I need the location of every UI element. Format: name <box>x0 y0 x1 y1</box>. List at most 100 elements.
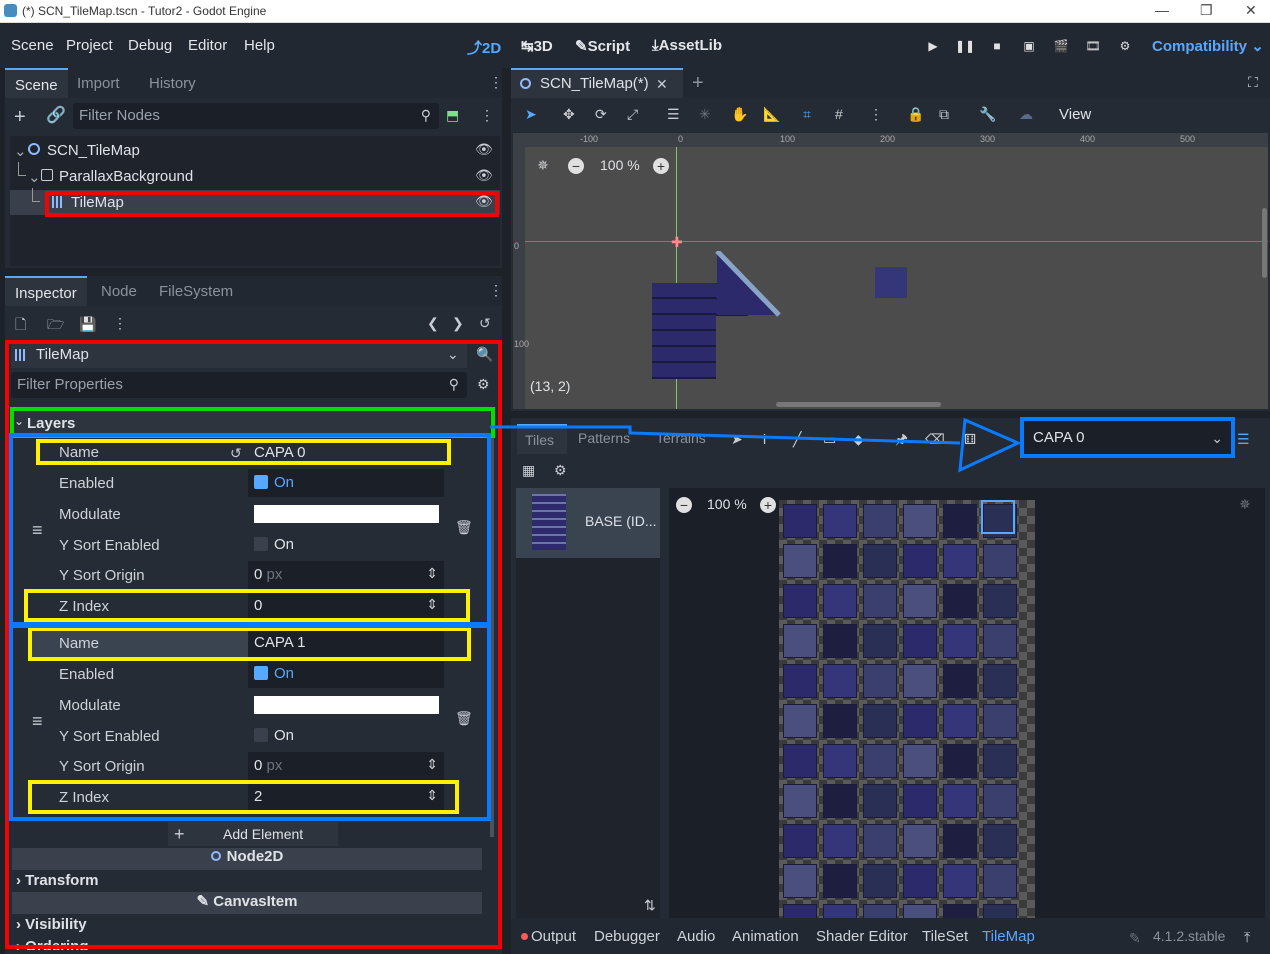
save-icon[interactable]: 💾 <box>79 317 96 331</box>
new-resource-icon[interactable]: 🗋 <box>15 317 26 331</box>
atlas-tile[interactable] <box>943 784 977 818</box>
tab-shader-editor[interactable]: Shader Editor <box>816 928 908 945</box>
atlas-tile[interactable] <box>903 784 937 818</box>
atlas-tile[interactable] <box>783 504 817 538</box>
tree-row-scn-tilemap[interactable]: ⌄ SCN_TileMap 👁 <box>10 138 500 163</box>
atlas-tile[interactable] <box>823 864 857 898</box>
atlas-zoom-level[interactable]: 100 % <box>707 496 747 512</box>
center-view-icon[interactable]: ✵ <box>1239 497 1251 511</box>
atlas-tile[interactable] <box>943 664 977 698</box>
center-view-icon[interactable]: ✵ <box>537 158 549 172</box>
scene-menu-icon[interactable]: ⋮ <box>480 108 494 122</box>
back-icon[interactable]: ❮ <box>427 316 439 330</box>
scene-tab-scn-tilemap[interactable]: SCN_TileMap(*) ✕ <box>511 68 683 98</box>
atlas-tile[interactable] <box>783 704 817 738</box>
zoom-level[interactable]: 100 % <box>600 157 640 173</box>
atlas-tile[interactable] <box>903 624 937 658</box>
atlas-tile[interactable] <box>823 784 857 818</box>
atlas-tile[interactable] <box>863 624 897 658</box>
ruler-tool-icon[interactable]: 📐 <box>763 107 780 121</box>
open-folder-icon[interactable]: 🗁 <box>47 317 64 331</box>
extra-menu-icon[interactable]: ⋮ <box>113 316 127 330</box>
atlas-tile[interactable] <box>943 824 977 858</box>
atlas-tile[interactable] <box>823 664 857 698</box>
atlas-tile[interactable] <box>943 864 977 898</box>
atlas-tile[interactable] <box>943 744 977 778</box>
workspace-script-button[interactable]: ✎Script <box>575 37 630 55</box>
atlas-tile[interactable] <box>783 544 817 578</box>
vertical-scrollbar[interactable] <box>1262 208 1267 278</box>
atlas-tile[interactable] <box>903 744 937 778</box>
zoom-out-icon[interactable]: − <box>568 158 584 174</box>
selected-tile[interactable] <box>981 500 1015 534</box>
movie-maker-icon[interactable]: ⚙ <box>1112 35 1138 57</box>
atlas-tile[interactable] <box>823 744 857 778</box>
camera-icon[interactable]: ☁ <box>1019 107 1033 121</box>
sort-icon[interactable]: ⇅ <box>644 898 656 912</box>
view-menu[interactable]: View <box>1059 106 1091 123</box>
fullscreen-icon[interactable]: ⛶ <box>1248 75 1258 89</box>
dock-menu-icon[interactable]: ⋮ <box>489 75 503 89</box>
canvas-2d[interactable]: -100 0 100 200 300 400 500 0 100 ✚ ✵ − 1… <box>513 133 1268 409</box>
atlas-tile[interactable] <box>783 864 817 898</box>
atlas-tile[interactable] <box>983 744 1017 778</box>
pivot-tool-icon[interactable]: ✳ <box>699 107 711 121</box>
minimize-icon[interactable]: — <box>1155 2 1169 18</box>
menu-help[interactable]: Help <box>244 37 275 54</box>
atlas-tile[interactable] <box>903 544 937 578</box>
tab-audio[interactable]: Audio <box>677 928 715 945</box>
atlas-tile[interactable] <box>863 504 897 538</box>
tab-inspector[interactable]: Inspector <box>5 276 87 306</box>
tab-scene[interactable]: Scene <box>5 68 68 98</box>
instance-scene-icon[interactable]: 🔗 <box>46 108 66 124</box>
atlas-tile[interactable] <box>943 624 977 658</box>
atlas-tile[interactable] <box>863 544 897 578</box>
atlas-tile[interactable] <box>823 704 857 738</box>
atlas-tile[interactable] <box>783 584 817 618</box>
add-tab-icon[interactable]: + <box>692 73 704 93</box>
pause-icon[interactable]: ❚❚ <box>952 35 978 57</box>
skeleton-icon[interactable]: 🔧 <box>979 107 996 121</box>
remote-debug-icon[interactable]: ▣ <box>1016 35 1042 57</box>
atlas-tile[interactable] <box>783 784 817 818</box>
visibility-eye-icon[interactable]: 👁 <box>475 168 493 182</box>
collapse-arrow-icon[interactable]: ⌄ <box>14 142 27 160</box>
forward-icon[interactable]: ❯ <box>452 316 464 330</box>
tab-animation[interactable]: Animation <box>732 928 799 945</box>
atlas-tile[interactable] <box>863 704 897 738</box>
atlas-tile[interactable] <box>903 664 937 698</box>
atlas-tile[interactable] <box>943 504 977 538</box>
zoom-out-icon[interactable]: − <box>676 497 692 513</box>
atlas-tile[interactable] <box>903 504 937 538</box>
atlas-tile[interactable] <box>863 784 897 818</box>
atlas-tile[interactable] <box>943 544 977 578</box>
atlas-tile[interactable] <box>983 584 1017 618</box>
close-window-icon[interactable]: ✕ <box>1245 2 1257 19</box>
rotate-tool-icon[interactable]: ⟳ <box>595 107 607 121</box>
filter-nodes-input[interactable]: Filter Nodes ⚲ <box>73 103 439 129</box>
attach-script-icon[interactable]: ⬒ <box>446 108 459 122</box>
atlas-tile[interactable] <box>863 664 897 698</box>
smart-snap-icon[interactable]: ⌗ <box>803 107 811 121</box>
tab-node[interactable]: Node <box>91 276 147 306</box>
list-select-icon[interactable]: ☰ <box>667 107 680 121</box>
atlas-tile[interactable] <box>943 584 977 618</box>
atlas-tile[interactable] <box>983 664 1017 698</box>
atlas-tile[interactable] <box>823 584 857 618</box>
tab-import[interactable]: Import <box>67 68 130 98</box>
atlas-tile[interactable] <box>783 664 817 698</box>
renderer-select[interactable]: Compatibility ⌄ <box>1152 37 1264 55</box>
source-item[interactable]: BASE (ID... <box>516 488 660 558</box>
zoom-in-icon[interactable]: + <box>760 497 776 513</box>
atlas-tile[interactable] <box>903 584 937 618</box>
atlas-tile[interactable] <box>983 704 1017 738</box>
dock-menu-icon[interactable]: ⋮ <box>489 283 503 297</box>
tab-output[interactable]: Output <box>531 928 576 945</box>
workspace-2d-button[interactable]: ⤴2D <box>467 37 501 58</box>
atlas-tile[interactable] <box>983 624 1017 658</box>
atlas-tile[interactable] <box>903 704 937 738</box>
close-tab-icon[interactable]: ✕ <box>656 77 668 91</box>
atlas-tile[interactable] <box>863 584 897 618</box>
menu-editor[interactable]: Editor <box>188 37 227 54</box>
tab-history[interactable]: History <box>139 68 206 98</box>
